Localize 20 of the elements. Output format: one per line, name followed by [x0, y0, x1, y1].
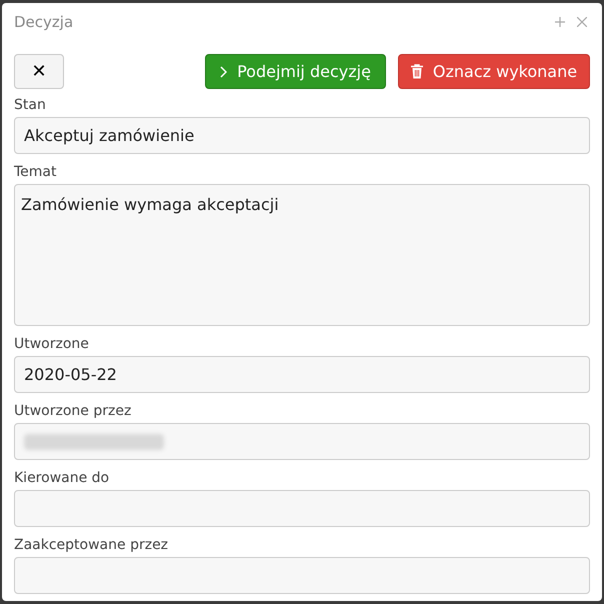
dialog-title: Decyzja	[14, 12, 74, 33]
trash-icon	[410, 64, 423, 79]
close-button[interactable]: ✕	[14, 54, 64, 89]
input-field[interactable]	[14, 490, 590, 527]
field-label: Utworzone przez	[14, 402, 132, 421]
chevron-right-icon	[220, 66, 228, 78]
field-label: Stan	[14, 96, 46, 115]
field-label: Utworzone	[14, 335, 89, 354]
close-icon[interactable]	[577, 17, 587, 27]
input-field[interactable]: 2020-05-22	[14, 356, 590, 393]
input-field[interactable]: Akceptuj zamówienie	[14, 117, 590, 154]
text-area[interactable]: Zamówienie wymaga akceptacji	[14, 184, 590, 326]
field-label: Kierowane do	[14, 469, 110, 488]
decision-button[interactable]: Podejmij decyzję	[205, 54, 386, 89]
input-field[interactable]	[14, 423, 590, 460]
field-label: Temat	[14, 163, 56, 182]
plus-icon[interactable]	[555, 17, 565, 27]
field-label: Zaakceptowane przez	[14, 536, 168, 555]
input-field[interactable]	[14, 557, 590, 594]
mark-done-button[interactable]: Oznacz wykonane	[398, 54, 590, 89]
